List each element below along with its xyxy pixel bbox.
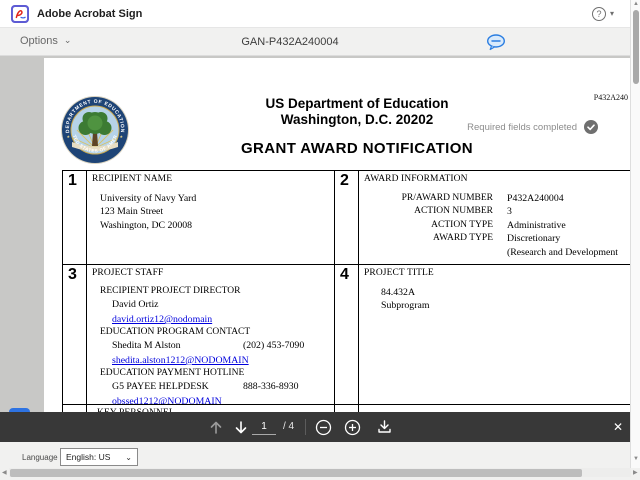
app-title: Adobe Acrobat Sign	[37, 8, 142, 20]
page-total-label: / 4	[283, 421, 294, 432]
section-5-number	[63, 405, 87, 412]
acrobat-sign-window: Adobe Acrobat Sign ? ▾ Options ⌄ GAN-P43…	[0, 0, 640, 480]
document-toolbar: Options ⌄ GAN-P432A240004	[0, 28, 640, 56]
options-label: Options	[20, 35, 58, 47]
award-field-value: Discretionary	[507, 232, 560, 245]
help-caret-icon[interactable]: ▾	[610, 9, 614, 18]
page-navigation-toolbar: 1 / 4 ✕	[0, 412, 631, 442]
required-fields-label: Required fields completed	[467, 122, 577, 133]
section-heading: PROJECT TITLE	[359, 265, 630, 278]
header-dept-line: US Department of Education	[134, 96, 580, 111]
recipient-line: Washington, DC 20008	[100, 219, 334, 232]
scroll-left-icon[interactable]: ◀	[2, 469, 7, 476]
options-menu-button[interactable]: Options ⌄	[20, 35, 71, 47]
document-viewport: P432A240	[0, 56, 640, 412]
award-type-continuation: (Research and Development	[507, 246, 630, 259]
contact-name: David Ortiz	[112, 298, 243, 311]
contact-name: G5 PAYEE HELPDESK	[112, 380, 243, 393]
vertical-scrollbar[interactable]: ▲ ▼	[630, 0, 640, 468]
pdf-page: P432A240	[44, 58, 630, 412]
section-1-number: 1	[63, 171, 87, 265]
app-bar: Adobe Acrobat Sign ? ▾	[0, 0, 640, 28]
toolbar-divider	[305, 419, 306, 435]
zoom-in-icon[interactable]	[342, 412, 362, 442]
page-number-input[interactable]: 1	[252, 419, 276, 435]
acrobat-sign-logo-icon	[11, 5, 29, 23]
award-field-value: P432A240004	[507, 192, 564, 205]
horizontal-scrollbar[interactable]: ◀ ▶	[0, 468, 640, 478]
project-title-line: 84.432A	[381, 286, 630, 299]
contact-entry: EDUCATION PROGRAM CONTACT Shedita M Alst…	[100, 326, 334, 367]
comment-bubble-icon[interactable]	[486, 34, 506, 51]
department-of-education-seal: DEPARTMENT OF EDUCATION UNITED STATES OF…	[60, 95, 130, 165]
section-heading: AWARD INFORMATION	[359, 171, 630, 184]
language-selected-value: English: US	[61, 452, 125, 462]
help-icon[interactable]: ?	[592, 7, 606, 21]
section-key-personnel: KEY PERSONNEL	[87, 405, 335, 412]
award-field-value: Administrative	[507, 219, 566, 232]
chevron-down-icon: ⌄	[125, 453, 137, 462]
page-corner-code: P432A240	[594, 93, 628, 102]
section-3-number: 3	[63, 265, 87, 405]
scroll-right-icon[interactable]: ▶	[633, 469, 638, 476]
contact-entry: EDUCATION PAYMENT HOTLINE G5 PAYEE HELPD…	[100, 367, 334, 405]
scroll-down-icon[interactable]: ▼	[632, 456, 640, 462]
recipient-line: University of Navy Yard	[100, 192, 334, 205]
award-field-label: ACTION TYPE	[359, 219, 493, 232]
award-field-label: PR/AWARD NUMBER	[359, 192, 493, 205]
gan-table: 1 RECIPIENT NAME University of Navy Yard…	[62, 170, 630, 412]
section-4-number: 4	[335, 265, 359, 405]
section-heading: RECIPIENT NAME	[87, 171, 334, 184]
grant-award-notification-title: GRANT AWARD NOTIFICATION	[134, 140, 580, 157]
recipient-line: 123 Main Street	[100, 205, 334, 218]
contact-entry: RECIPIENT PROJECT DIRECTOR David Ortiz d…	[100, 285, 334, 326]
section-heading: PROJECT STAFF	[87, 265, 334, 278]
section-project-staff: PROJECT STAFF RECIPIENT PROJECT DIRECTOR…	[87, 265, 335, 405]
horizontal-scrollbar-thumb[interactable]	[10, 469, 582, 477]
section-recipient-name: RECIPIENT NAME University of Navy Yard 1…	[87, 171, 335, 265]
section-heading: KEY PERSONNEL	[87, 405, 334, 412]
contact-phone: 888-336-8930	[243, 380, 299, 393]
required-fields-status: Required fields completed	[467, 120, 598, 134]
award-field-label: ACTION NUMBER	[359, 205, 493, 218]
chevron-down-icon: ⌄	[64, 35, 72, 46]
contact-role: EDUCATION PAYMENT HOTLINE	[100, 367, 334, 380]
project-title-line: Subprogram	[381, 299, 630, 312]
document-title: GAN-P432A240004	[160, 36, 420, 48]
next-page-icon[interactable]	[231, 412, 251, 442]
email-link[interactable]: david.ortiz12@nodomain	[112, 314, 212, 325]
download-icon[interactable]	[374, 412, 394, 442]
email-link[interactable]: obssed1212@NODOMAIN	[112, 396, 222, 405]
vertical-scrollbar-thumb[interactable]	[633, 10, 639, 84]
close-icon[interactable]: ✕	[606, 412, 630, 442]
section-project-title: PROJECT TITLE 84.432A Subprogram	[359, 265, 630, 405]
section-2-number: 2	[335, 171, 359, 265]
check-circle-icon	[584, 120, 598, 134]
language-label: Language	[22, 453, 58, 462]
contact-name: Shedita M Alston	[112, 339, 243, 352]
scroll-up-icon[interactable]: ▲	[632, 1, 640, 7]
award-field-value: 3	[507, 205, 512, 218]
contact-role: RECIPIENT PROJECT DIRECTOR	[100, 285, 334, 298]
bottom-bar: Language English: US ⌄ ◀ ▶	[0, 442, 640, 480]
award-field-label: AWARD TYPE	[359, 232, 493, 245]
previous-page-icon[interactable]	[206, 412, 226, 442]
contact-role: EDUCATION PROGRAM CONTACT	[100, 326, 334, 339]
contact-phone: (202) 453-7090	[243, 339, 304, 352]
section-5-right	[359, 405, 630, 412]
seal-star-icon: ★	[67, 134, 71, 139]
zoom-out-icon[interactable]	[313, 412, 333, 442]
email-link[interactable]: shedita.alston1212@NODOMAIN	[112, 355, 249, 366]
seal-star-icon: ★	[120, 134, 124, 139]
section-award-information: AWARD INFORMATION PR/AWARD NUMBER P432A24…	[359, 171, 630, 265]
section-5b-number	[335, 405, 359, 412]
language-select[interactable]: English: US ⌄	[60, 448, 138, 466]
